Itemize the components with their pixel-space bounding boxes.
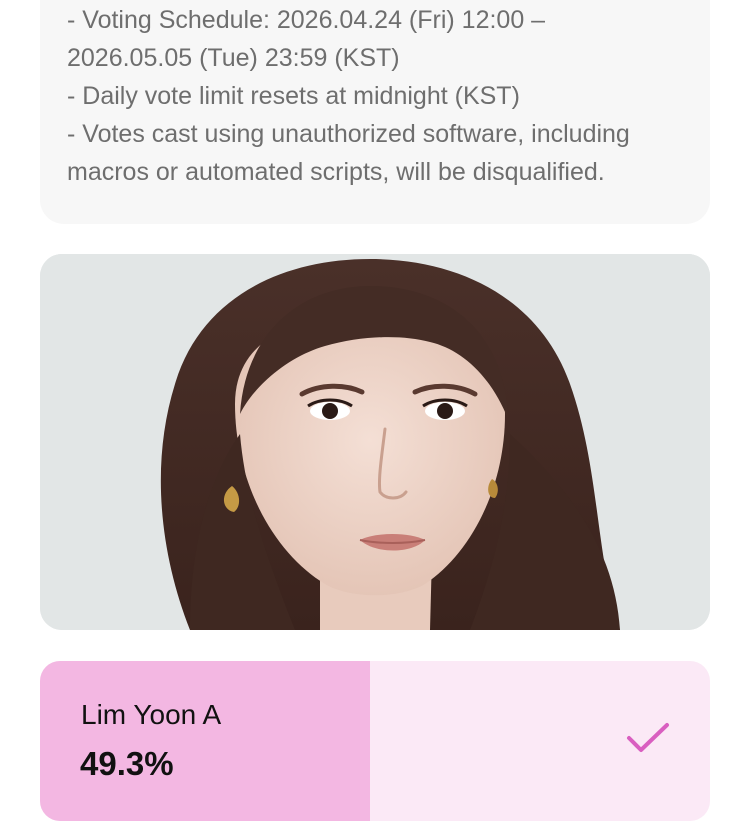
notice-line: 2026.05.05 (Tue) 23:59 (KST) <box>67 44 400 72</box>
notice-line: - Voting Schedule: 2026.04.24 (Fri) 12:0… <box>67 6 546 34</box>
vote-percent: 49.3% <box>80 745 174 782</box>
checkmark-icon <box>627 723 669 752</box>
candidate-name: Lim Yoon A <box>81 699 222 730</box>
voting-notice-list: - Voting Schedule: 2026.04.24 (Fri) 12:0… <box>67 0 697 191</box>
portrait-illustration <box>40 254 710 630</box>
vote-page: - Voting Schedule: 2026.04.24 (Fri) 12:0… <box>0 0 750 829</box>
notice-line: - Daily vote limit resets at midnight (K… <box>67 82 520 110</box>
notice-line: - Votes cast using unauthorized software… <box>67 120 630 148</box>
vote-result-card[interactable]: Lim Yoon A 49.3% <box>40 661 710 821</box>
vote-share-bar <box>40 661 371 821</box>
notice-line: macros or automated scripts, will be dis… <box>67 158 605 186</box>
candidate-photo[interactable] <box>40 254 710 630</box>
